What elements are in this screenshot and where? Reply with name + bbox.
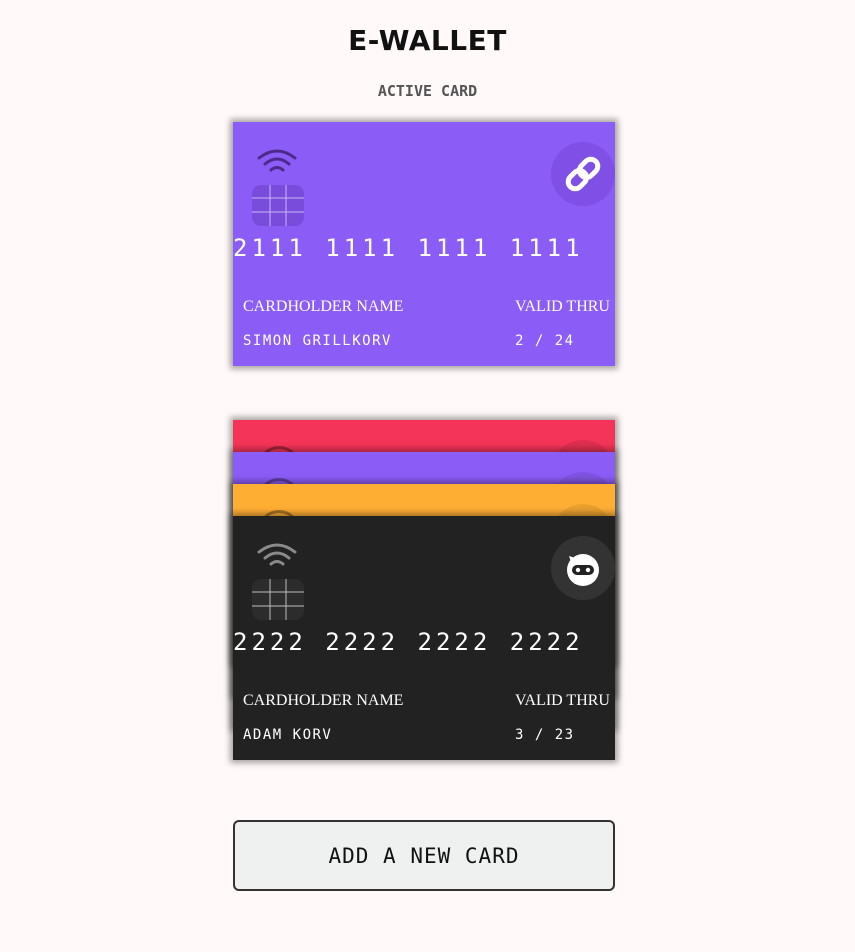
card-number: 2111 1111 1111 1111: [233, 234, 584, 262]
valid-thru-value: 2 / 24: [515, 333, 575, 349]
valid-thru-label: VALID THRU: [515, 692, 610, 709]
chain-link-icon: [551, 142, 615, 206]
card-chip: [252, 579, 304, 620]
valid-thru-value: 3 / 23: [515, 727, 575, 743]
contactless-icon: [255, 148, 299, 176]
ninja-icon: [551, 536, 615, 600]
cardholder-label: CARDHOLDER NAME: [243, 298, 404, 315]
cardholder-name: SIMON GRILLKORV: [243, 333, 392, 349]
active-card-heading: ACTIVE CARD: [377, 82, 478, 100]
card-number: 2222 2222 2222 2222: [233, 628, 584, 656]
active-card: 2111 1111 1111 1111 CARDHOLDER NAME VALI…: [233, 122, 615, 366]
page-title: E-WALLET: [348, 24, 507, 57]
front-stacked-card[interactable]: 2222 2222 2222 2222 CARDHOLDER NAME VALI…: [233, 516, 615, 760]
valid-thru-label: VALID THRU: [515, 298, 610, 315]
card-chip: [252, 185, 304, 226]
cardholder-label: CARDHOLDER NAME: [243, 692, 404, 709]
add-new-card-button[interactable]: ADD A NEW CARD: [233, 820, 615, 891]
contactless-icon: [255, 542, 299, 570]
cardholder-name: ADAM KORV: [243, 727, 333, 743]
